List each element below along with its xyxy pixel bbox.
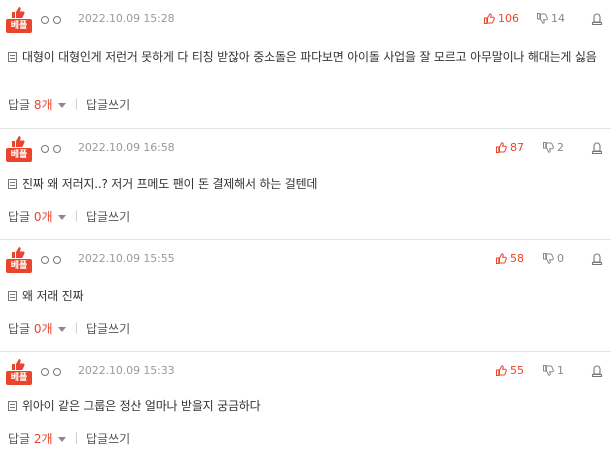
thumbs-up-icon <box>12 247 25 258</box>
reply-count: 0개 <box>33 210 53 224</box>
anonymous-user-icon <box>41 255 63 265</box>
best-badge-label: 베플 <box>6 148 32 162</box>
comment-body: 대형이 대형인게 저런거 못하게 다 티칭 받잖아 중소돌은 파다보면 아이돌 … <box>8 48 599 67</box>
best-comment-badge: 베플 <box>6 246 32 276</box>
reply-toggle-button[interactable]: 답글 2개 <box>8 430 66 447</box>
dislike-count: 1 <box>557 364 564 377</box>
caret-down-icon <box>57 437 66 442</box>
comment-item: 베플 2022.10.09 16:58 87 2 진짜 왜 저러지..? 저거 … <box>0 129 611 240</box>
caret-down-icon <box>57 215 66 220</box>
thumbs-up-icon <box>12 7 25 18</box>
comment-header: 베플 2022.10.09 15:55 58 0 <box>6 240 611 280</box>
report-siren-icon[interactable] <box>591 12 603 25</box>
comment-date: 2022.10.09 15:55 <box>78 252 175 265</box>
thumbs-up-icon <box>496 142 507 153</box>
anonymous-user-icon <box>41 15 63 25</box>
best-badge-label: 베플 <box>6 19 32 33</box>
comment-header: 베플 2022.10.09 16:58 87 2 <box>6 129 611 169</box>
document-icon <box>8 401 17 411</box>
report-siren-icon[interactable] <box>591 141 603 154</box>
thumbs-up-icon <box>484 13 495 24</box>
divider <box>76 210 77 222</box>
comment-text: 진짜 왜 저러지..? 저거 프메도 팬이 돈 결제해서 하는 걸텐데 <box>22 177 318 191</box>
reply-count: 2개 <box>33 432 53 446</box>
best-comment-badge: 베플 <box>6 135 32 165</box>
caret-down-icon <box>57 327 66 332</box>
reply-toggle-button[interactable]: 답글 0개 <box>8 208 66 225</box>
document-icon <box>8 52 17 62</box>
best-comment-badge: 베플 <box>6 358 32 388</box>
comment-body: 위아이 같은 그룹은 정산 얼마나 받을지 궁금하다 <box>8 397 599 416</box>
comment-date: 2022.10.09 15:33 <box>78 364 175 377</box>
comment-list: 베플 2022.10.09 15:28 106 14 대형이 대형인게 저런거 … <box>0 0 611 462</box>
write-reply-button[interactable]: 답글쓰기 <box>86 320 130 337</box>
best-badge-label: 베플 <box>6 371 32 385</box>
reply-label: 답글 <box>8 322 31 336</box>
anonymous-user-icon <box>41 367 63 377</box>
dislike-count: 14 <box>551 12 565 25</box>
comment-body: 왜 저래 진짜 <box>8 287 599 306</box>
best-badge-label: 베플 <box>6 259 32 273</box>
caret-down-icon <box>57 103 66 108</box>
anonymous-user-icon <box>41 144 63 154</box>
comment-text: 왜 저래 진짜 <box>22 289 84 303</box>
dislike-count: 0 <box>557 252 564 265</box>
report-siren-icon[interactable] <box>591 364 603 377</box>
comment-footer: 답글 0개 답글쓰기 <box>8 320 168 336</box>
like-count: 55 <box>510 364 524 377</box>
dislike-count: 2 <box>557 141 564 154</box>
thumbs-down-icon <box>543 253 554 264</box>
report-siren-icon[interactable] <box>591 252 603 265</box>
comment-footer: 답글 8개 답글쓰기 <box>8 96 168 112</box>
divider <box>76 98 77 110</box>
divider <box>76 432 77 444</box>
thumbs-down-icon <box>543 365 554 376</box>
like-count: 58 <box>510 252 524 265</box>
comment-date: 2022.10.09 15:28 <box>78 12 175 25</box>
thumbs-down-icon <box>543 142 554 153</box>
like-count: 106 <box>498 12 519 25</box>
comment-body: 진짜 왜 저러지..? 저거 프메도 팬이 돈 결제해서 하는 걸텐데 <box>8 175 599 194</box>
comment-item: 베플 2022.10.09 15:33 55 1 위아이 같은 그룹은 정산 얼… <box>0 352 611 462</box>
write-reply-button[interactable]: 답글쓰기 <box>86 96 130 113</box>
reply-label: 답글 <box>8 432 31 446</box>
reply-label: 답글 <box>8 210 31 224</box>
comment-header: 베플 2022.10.09 15:33 55 1 <box>6 352 611 392</box>
comment-footer: 답글 2개 답글쓰기 <box>8 430 168 446</box>
reply-count: 0개 <box>33 322 53 336</box>
document-icon <box>8 291 17 301</box>
comment-date: 2022.10.09 16:58 <box>78 141 175 154</box>
divider <box>76 322 77 334</box>
comment-text: 위아이 같은 그룹은 정산 얼마나 받을지 궁금하다 <box>22 399 261 413</box>
comment-header: 베플 2022.10.09 15:28 106 14 <box>6 0 611 40</box>
comment-item: 베플 2022.10.09 15:28 106 14 대형이 대형인게 저런거 … <box>0 0 611 129</box>
thumbs-up-icon <box>496 365 507 376</box>
comment-footer: 답글 0개 답글쓰기 <box>8 208 168 224</box>
thumbs-up-icon <box>12 136 25 147</box>
best-comment-badge: 베플 <box>6 6 32 36</box>
reply-toggle-button[interactable]: 답글 8개 <box>8 96 66 113</box>
reply-count: 8개 <box>33 98 53 112</box>
comment-text: 대형이 대형인게 저런거 못하게 다 티칭 받잖아 중소돌은 파다보면 아이돌 … <box>22 50 597 64</box>
reply-label: 답글 <box>8 98 31 112</box>
reply-toggle-button[interactable]: 답글 0개 <box>8 320 66 337</box>
thumbs-up-icon <box>496 253 507 264</box>
write-reply-button[interactable]: 답글쓰기 <box>86 208 130 225</box>
write-reply-button[interactable]: 답글쓰기 <box>86 430 130 447</box>
thumbs-up-icon <box>12 359 25 370</box>
thumbs-down-icon <box>537 13 548 24</box>
document-icon <box>8 179 17 189</box>
comment-item: 베플 2022.10.09 15:55 58 0 왜 저래 진짜 답글 0개 답… <box>0 240 611 352</box>
like-count: 87 <box>510 141 524 154</box>
